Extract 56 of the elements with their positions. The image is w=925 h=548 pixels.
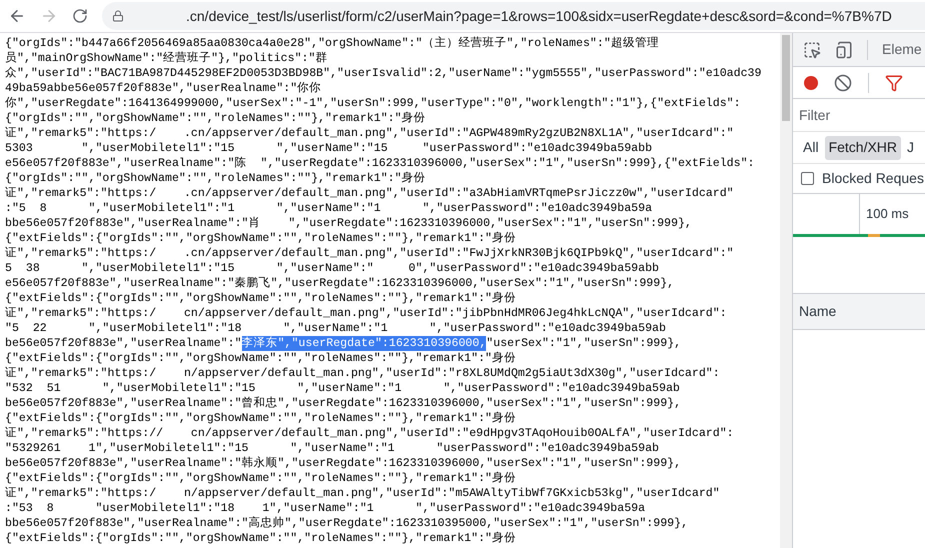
code-line: 众","userId":"BAC71BA987D445298EF2D0053D3BD98B","userIsvalid":2,"userName":"ygm5555","userPassword":"e10adc39 [5,66,762,81]
code-line: 证","remark5":"https:/ cn/appserver/default_man.png","userId":"jibPbnHdMR06Jeg4hkLcNQA","userIdcard": [5,306,727,321]
code-line: "5 22 ","userMobiletel1":"18 ","userName":"1 ","userPassword":"e10adc3949ba59ab [5,321,666,336]
code-line: :"5 8 ","userMobiletel1":"1 ","userName":"1 ","userPassword":"e10adc3949ba59a [5,201,652,216]
code-line: :"53 8 "userMobiletel1":"18 1","userName":"1 ","userPassword":"e10adc3949ba59a [5,501,646,516]
checkbox-label: Blocked Reques [822,169,924,188]
checkbox[interactable] [801,172,814,185]
code-line: 员","mainOrgShowName":"经营班子"},"politics":"群 [5,51,328,66]
back-icon[interactable] [8,7,26,25]
type-filter[interactable]: All [799,136,823,160]
code-line: 49ba59abbe56e057f20f883e","userRealname":"你你 [5,81,322,96]
code-line: {"orgIds":"b447a66f2056469a85aa0830ca4a0e28","orgShowName":"（主）经营班子","roleNames":"超级管理 [5,36,659,51]
code-line: 证","remark5":"https:/ n/appserver/default_man.png","userId":"r8XL8UMdQm2g5iaUt3dX30g","userIdcard": [5,366,720,381]
reload-icon[interactable] [72,8,88,24]
code-line: {"extFields":{"orgIds":"","orgShowName":"","roleNames":""},"remark1":"身份 [5,291,516,306]
code-line: 5303 ","userMobiletel1":"15 ","userName":"15 "userPassword":"e10adc3949ba59abb [5,141,652,156]
code-line: {"orgIds":"","orgShowName":"","roleNames":""},"remark1":"身份 [5,111,426,126]
code-line: 5 38 ","userMobiletel1":"15 ","userName":" 0","userPassword":"e10adc3949ba59abb [5,261,659,276]
panel-tab[interactable]: Eleme [882,39,922,60]
code-line: "5329261 1","userMobiletel1":"15 ","userName":"1 "userPassword":"e10adc3949ba59ab [5,441,659,456]
type-filter[interactable]: J [903,136,918,160]
code-line: "userSex":"1","userSn":999}, [486,336,682,351]
scrollbar[interactable] [780,33,792,548]
timeline-tick: 100 ms [865,205,909,224]
filter-icon[interactable] [885,74,903,92]
type-filter[interactable]: Fetch/XHR [824,136,902,160]
code-line: {"extFields":{"orgIds":"","orgShowName":"","roleNames":""},"remark1":"身份 [5,351,516,366]
url-text: .cn/device_test/ls/userlist/form/c2/userMain?page=1&rows=100&sidx=userRegdate+desc&sord=&cond=%7B%7D [186,6,892,26]
code-line: 证","remark5":"https:/ n/appserver/default_man.png","userId":"m5AWAltyTibWf7GKxicb53kg","userIdcard" [5,486,720,501]
code-line: {"extFields":{"orgIds":"","orgShowName":"","roleNames":""},"remark1":"身份 [5,411,516,426]
code-line: {"extFields":{"orgIds":"","orgShowName":"","roleNames":""},"remark1":"身份 [5,231,516,246]
filter-field[interactable]: Filter [799,104,919,126]
column-header[interactable]: Name [799,301,836,322]
code-line: 你","userRegdate":1641364999000,"userSex":"-1","userSn":999,"userType":"0","worklength":"1"},{"extFields": [5,96,741,111]
clear-icon[interactable] [834,74,852,92]
code-line: 证","remark5":"https:/ .cn/appserver/default_man.png","userId":"AGPW489mRy2gzUB2N8XL1A","userIdcard":" [5,126,734,141]
code-line: 证","remark5":"https:/ .cn/appserver/default_man.png","userId":"FwJjXrkNR30Bjk6QIPb9kQ","userIdcard":" [5,246,734,261]
code-line: 证","remark5":"https:// cn/appserver/default_man.png","userId":"e9dHpgv3TAqoHouib0OALfA","userIdcard": [5,426,734,441]
selected-text: 李泽东","userRegdate":1623310396000, [242,336,486,351]
code-line: e56e057f20f883e","userRealname":"秦鹏飞","userRegdate":1623310396000,"userSex":"1","userSn":999}, [5,276,674,291]
code-line: be56e057f20f883e","userRealname":" [5,336,242,351]
lock-icon [112,10,124,22]
code-line: "532 51 ","userMobiletel1":"15 ","userName":"1 ","userPassword":"e10adc3949ba59ab [5,381,680,396]
code-line: e56e057f20f883e","userRealname":"陈 ","userRegdate":1623310396000,"userSex":"1","userSn":999},{"extFields": [5,156,754,171]
code-line: be56e057f20f883e","userRealname":"曾和忠","userRegdate":1623310396000,"userSex":"1","userSn":999}, [5,396,682,411]
code-line: be56e057f20f883e","userRealname":"韩永顺","userRegdate":1623310396000,"userSex":"1","userSn":999}, [5,456,682,471]
device-icon[interactable] [835,40,853,58]
address-bar[interactable]: .cn/device_test/ls/userlist/form/c2/userMain?page=1&rows=100&sidx=userRegdate+desc&sord=&cond=%7B%7D [102,2,925,30]
code-line: {"orgIds":"","orgShowName":"","roleNames":""},"remark1":"身份 [5,171,426,186]
code-line: {"extFields":{"orgIds":"","orgShowName":"","roleNames":""},"remark1":"身份 [5,531,516,546]
code-line: {"extFields":{"orgIds":"","orgShowName":"","roleNames":""},"remark1":"身份 [5,471,516,486]
inspect-icon[interactable] [803,40,821,58]
code-line: 证","remark5":"https:/ .cn/appserver/default_man.png","userId":"a3AbHiamVRTqmePsrJiczz0w","userIdcard" [5,186,734,201]
record-icon[interactable] [804,76,818,90]
code-line: bbe56e057f20f883e","userRealname":"高忠帅","userRegdate":1623310395000,"userSex":"1","userSn":999}, [5,516,688,531]
code-line: bbe56e057f20f883e","userRealname":"肖 ","userRegdate":1623310396000,"userSex":"1","userSn":999}, [5,216,692,231]
